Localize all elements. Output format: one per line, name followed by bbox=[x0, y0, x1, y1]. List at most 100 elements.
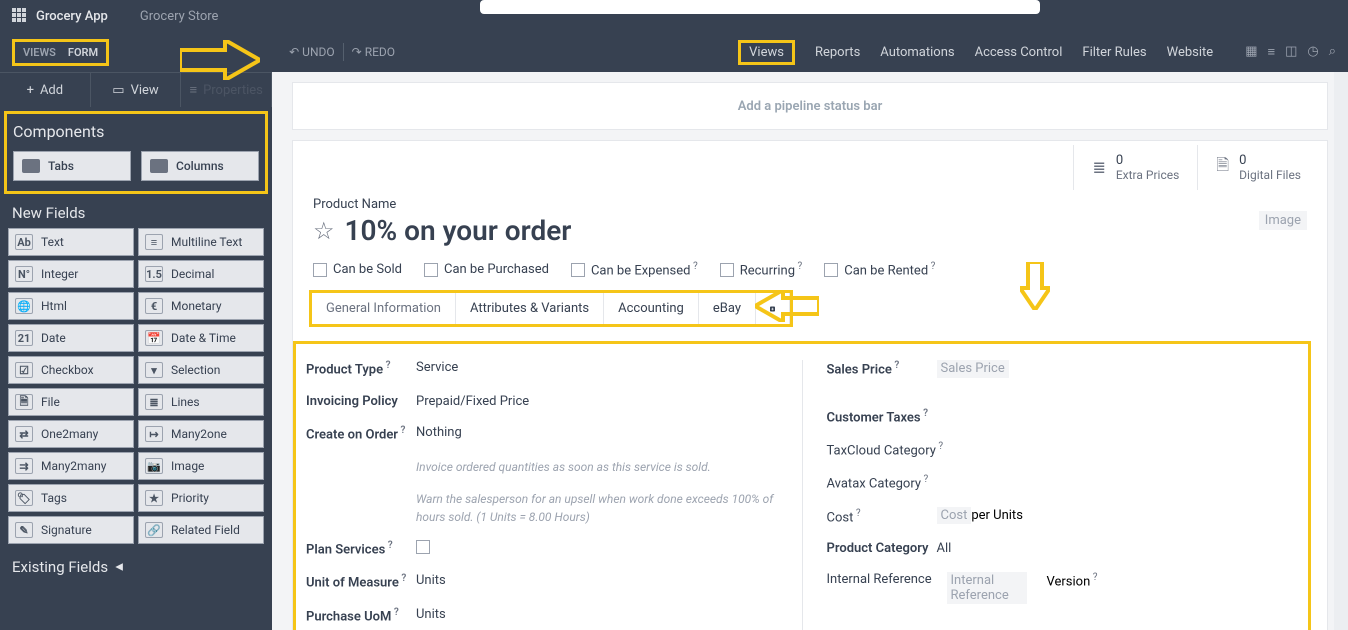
field-many2one[interactable]: ↦Many2one bbox=[138, 420, 264, 448]
product-category-value[interactable]: All bbox=[937, 541, 952, 556]
check-can-be-rented[interactable]: Can be Rented ? bbox=[824, 261, 935, 278]
field-date[interactable]: 21Date bbox=[8, 324, 134, 352]
internal-ref-input[interactable]: Internal Reference bbox=[947, 572, 1027, 604]
nav-views[interactable]: Views bbox=[738, 40, 795, 65]
version-label: Version ? bbox=[1047, 572, 1098, 604]
field-decimal[interactable]: 1.5Decimal bbox=[138, 260, 264, 288]
field-monetary[interactable]: €Monetary bbox=[138, 292, 264, 320]
nav-reports[interactable]: Reports bbox=[815, 45, 860, 60]
form-label[interactable]: FORM bbox=[68, 46, 98, 59]
field-signature[interactable]: ✎Signature bbox=[8, 516, 134, 544]
clock-icon[interactable]: ◷ bbox=[1307, 44, 1318, 60]
file-icon: 🗎 bbox=[1216, 154, 1229, 181]
field-integer[interactable]: N°Integer bbox=[8, 260, 134, 288]
components-title: Components bbox=[13, 122, 259, 141]
pipeline-bar[interactable]: Add a pipeline status bar bbox=[292, 82, 1328, 130]
form-sheet: ≣ 0Extra Prices 🗎 0Digital Files Image P… bbox=[292, 140, 1328, 630]
field-priority[interactable]: ★Priority bbox=[138, 484, 264, 512]
tab-ebay[interactable]: eBay bbox=[699, 293, 756, 324]
check-can-be-expensed[interactable]: Can be Expensed ? bbox=[571, 261, 698, 278]
redo-button[interactable]: ↷ REDO bbox=[352, 45, 395, 59]
nav-automations[interactable]: Automations bbox=[880, 45, 954, 60]
invoicing-value[interactable]: Prepaid/Fixed Price bbox=[416, 394, 529, 409]
undo-button[interactable]: ↶ UNDO bbox=[289, 45, 335, 59]
sidebar: + Add ▭ View ≡ Properties Components Tab… bbox=[0, 72, 272, 630]
list-icon[interactable]: ≡ bbox=[1267, 44, 1275, 60]
field-image[interactable]: 📷Image bbox=[138, 452, 264, 480]
cost-input[interactable]: Cost bbox=[937, 507, 972, 524]
stat-extra-prices[interactable]: ≣ 0Extra Prices bbox=[1073, 145, 1197, 190]
plan-services-label: Plan Services ? bbox=[306, 540, 416, 557]
product-type-label: Product Type ? bbox=[306, 360, 416, 377]
views-form-box: VIEWS FORM bbox=[12, 39, 109, 66]
help-text-2: Warn the salesperson for an upsell when … bbox=[416, 490, 778, 526]
field-date-time[interactable]: 📅Date & Time bbox=[138, 324, 264, 352]
help-text-1: Invoice ordered quantities as soon as th… bbox=[416, 458, 778, 476]
annotation-arrow-down bbox=[1020, 262, 1050, 314]
invoicing-label: Invoicing Policy bbox=[306, 394, 416, 409]
purchase-uom-label: Purchase UoM ? bbox=[306, 607, 416, 624]
customer-taxes-label: Customer Taxes ? bbox=[827, 408, 937, 425]
tab-general-information[interactable]: General Information bbox=[312, 293, 456, 324]
white-notch bbox=[480, 0, 1040, 14]
image-placeholder[interactable]: Image bbox=[1259, 211, 1307, 230]
sales-price-input[interactable]: Sales Price bbox=[937, 360, 1009, 377]
product-title[interactable]: 10% on your order bbox=[345, 214, 572, 247]
field-related-field[interactable]: 🔗Related Field bbox=[138, 516, 264, 544]
field-tags[interactable]: 🏷Tags bbox=[8, 484, 134, 512]
annotation-arrow-left bbox=[755, 290, 819, 326]
nav-access[interactable]: Access Control bbox=[975, 45, 1063, 60]
check-can-be-purchased[interactable]: Can be Purchased bbox=[424, 261, 549, 278]
nav-website[interactable]: Website bbox=[1167, 45, 1214, 60]
field-multiline-text[interactable]: ≡Multiline Text bbox=[138, 228, 264, 256]
favorite-star-icon[interactable]: ☆ bbox=[313, 217, 335, 245]
check-can-be-sold[interactable]: Can be Sold bbox=[313, 261, 402, 278]
product-category-label: Product Category bbox=[827, 541, 937, 556]
app-title[interactable]: Grocery App bbox=[36, 9, 108, 24]
divider bbox=[343, 43, 344, 61]
topbar: Grocery App Grocery Store bbox=[0, 0, 1348, 32]
avatax-label: Avatax Category ? bbox=[827, 474, 937, 491]
internal-ref-label: Internal Reference bbox=[827, 572, 947, 604]
annotation-arrow-right bbox=[180, 40, 260, 80]
newfields-title: New Fields bbox=[0, 198, 272, 228]
existing-fields[interactable]: Existing Fields▴ bbox=[0, 544, 272, 590]
main: Add a pipeline status bar ≣ 0Extra Price… bbox=[272, 72, 1348, 630]
product-type-value[interactable]: Service bbox=[416, 360, 458, 377]
field-text[interactable]: AbText bbox=[8, 228, 134, 256]
field-one2many[interactable]: ⇄One2many bbox=[8, 420, 134, 448]
sales-price-label: Sales Price ? bbox=[827, 360, 937, 377]
list-icon: ≣ bbox=[1092, 158, 1105, 177]
search-icon[interactable]: ⌕ bbox=[1329, 44, 1336, 60]
tab-accounting[interactable]: Accounting bbox=[604, 293, 699, 324]
purchase-uom-value[interactable]: Units bbox=[416, 607, 446, 624]
views-label[interactable]: VIEWS bbox=[23, 46, 56, 59]
sidebar-tab-add[interactable]: + Add bbox=[0, 73, 91, 107]
apps-icon[interactable] bbox=[12, 8, 28, 24]
taxcloud-label: TaxCloud Category ? bbox=[827, 441, 944, 458]
breadcrumb[interactable]: Grocery Store bbox=[140, 9, 219, 24]
field-selection[interactable]: ▾Selection bbox=[138, 356, 264, 384]
create-order-label: Create on Order ? bbox=[306, 425, 416, 442]
field-lines[interactable]: ≣Lines bbox=[138, 388, 264, 416]
component-tabs[interactable]: Tabs bbox=[13, 151, 131, 181]
graph-icon[interactable]: ◫ bbox=[1285, 44, 1297, 60]
tab-attributes-variants[interactable]: Attributes & Variants bbox=[456, 293, 604, 324]
field-many2many[interactable]: ⇉Many2many bbox=[8, 452, 134, 480]
component-columns[interactable]: Columns bbox=[141, 151, 259, 181]
create-order-value[interactable]: Nothing bbox=[416, 425, 462, 442]
field-file[interactable]: 🗎File bbox=[8, 388, 134, 416]
product-name-label: Product Name bbox=[313, 197, 1307, 212]
stat-digital-files[interactable]: 🗎 0Digital Files bbox=[1197, 145, 1319, 190]
kanban-icon[interactable]: ▦ bbox=[1245, 44, 1257, 60]
uom-label: Unit of Measure ? bbox=[306, 573, 416, 590]
check-recurring[interactable]: Recurring ? bbox=[720, 261, 803, 278]
field-html[interactable]: 🌐Html bbox=[8, 292, 134, 320]
field-checkbox[interactable]: ☑Checkbox bbox=[8, 356, 134, 384]
plan-services-checkbox[interactable] bbox=[416, 540, 430, 554]
sidebar-tab-view[interactable]: ▭ View bbox=[91, 73, 182, 107]
cost-label: Cost ? bbox=[827, 508, 937, 525]
scrollbar[interactable] bbox=[1334, 72, 1348, 630]
nav-filter[interactable]: Filter Rules bbox=[1082, 45, 1146, 60]
uom-value[interactable]: Units bbox=[416, 573, 446, 590]
